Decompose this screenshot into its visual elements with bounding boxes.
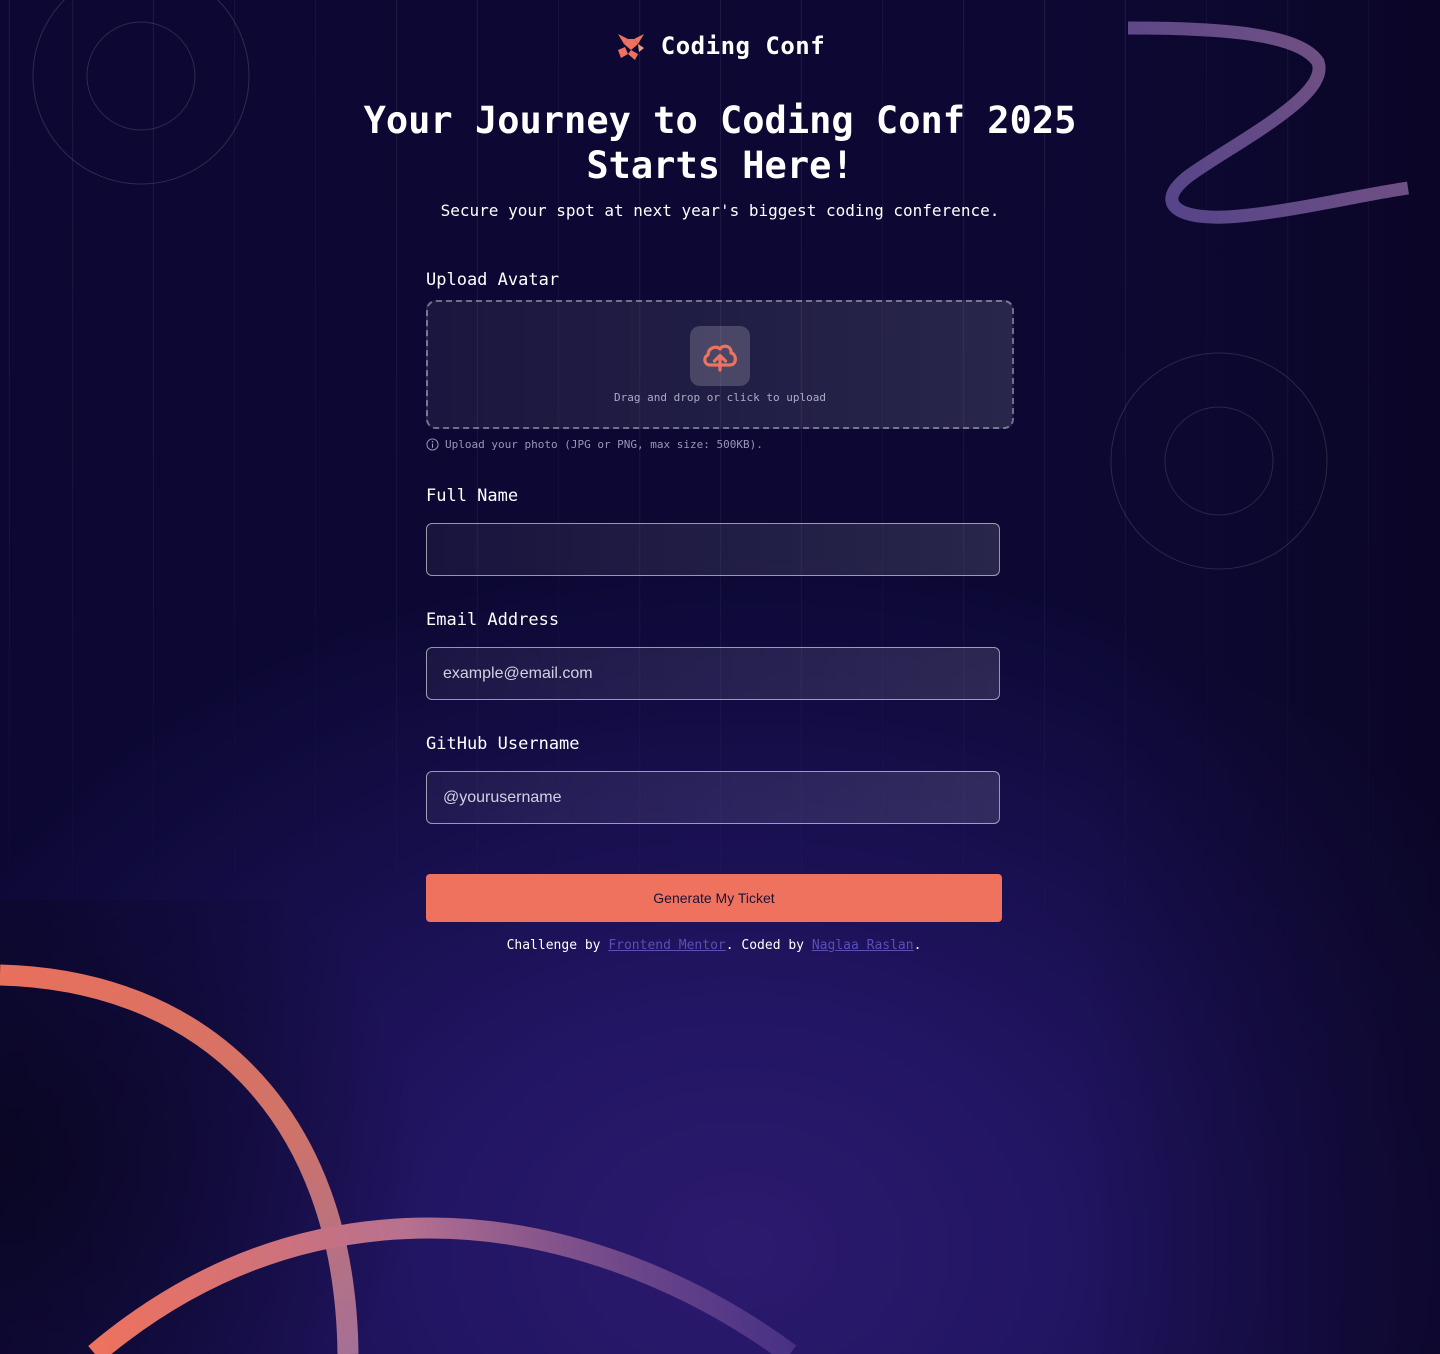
upload-cloud-icon: [703, 344, 737, 372]
attribution-middle: . Coded by: [725, 938, 805, 953]
full-name-label: Full Name: [426, 486, 519, 506]
generate-ticket-button[interactable]: Generate My Ticket: [426, 874, 1002, 922]
github-username-input[interactable]: [426, 771, 1000, 824]
avatar-hint-text: Upload your photo (JPG or PNG, max size:…: [445, 438, 763, 451]
avatar-label: Upload Avatar: [426, 270, 560, 290]
decor-arc-lower: [88, 1217, 797, 1354]
brand-name: Coding Conf: [660, 32, 826, 60]
coding-conf-logo-icon: [617, 34, 644, 60]
page-subtitle: Secure your spot at next year's biggest …: [440, 201, 1000, 220]
background-left-shade: [0, 900, 500, 1354]
decor-arc-large: [0, 964, 359, 1354]
page-title: Your Journey to Coding Conf 2025 Starts …: [363, 99, 1077, 187]
avatar-upload-dropzone[interactable]: Drag and drop or click to upload: [426, 300, 1014, 429]
decor-circle-outer-right: [1110, 352, 1328, 570]
avatar-hint: Upload your photo (JPG or PNG, max size:…: [426, 438, 763, 451]
dropzone-instructions: Drag and drop or click to upload: [614, 391, 826, 404]
decor-circle-inner-right: [1164, 406, 1274, 516]
frontend-mentor-link[interactable]: Frontend Mentor: [608, 938, 725, 953]
decor-circle-outer-left: [32, 0, 250, 185]
email-input[interactable]: [426, 647, 1000, 700]
upload-icon-box: [690, 326, 750, 386]
email-label: Email Address: [426, 610, 560, 630]
attribution-prefix: Challenge by: [506, 938, 601, 953]
info-icon: [426, 438, 439, 451]
full-name-input[interactable]: [426, 523, 1000, 576]
brand-logo: Coding Conf: [0, 30, 1440, 62]
author-link[interactable]: Naglaa Raslan: [812, 938, 914, 953]
background-right-shade: [1080, 0, 1440, 1354]
attribution-suffix: .: [913, 938, 922, 953]
attribution: Challenge by Frontend Mentor. Coded by N…: [320, 938, 1108, 953]
github-label: GitHub Username: [426, 734, 580, 754]
